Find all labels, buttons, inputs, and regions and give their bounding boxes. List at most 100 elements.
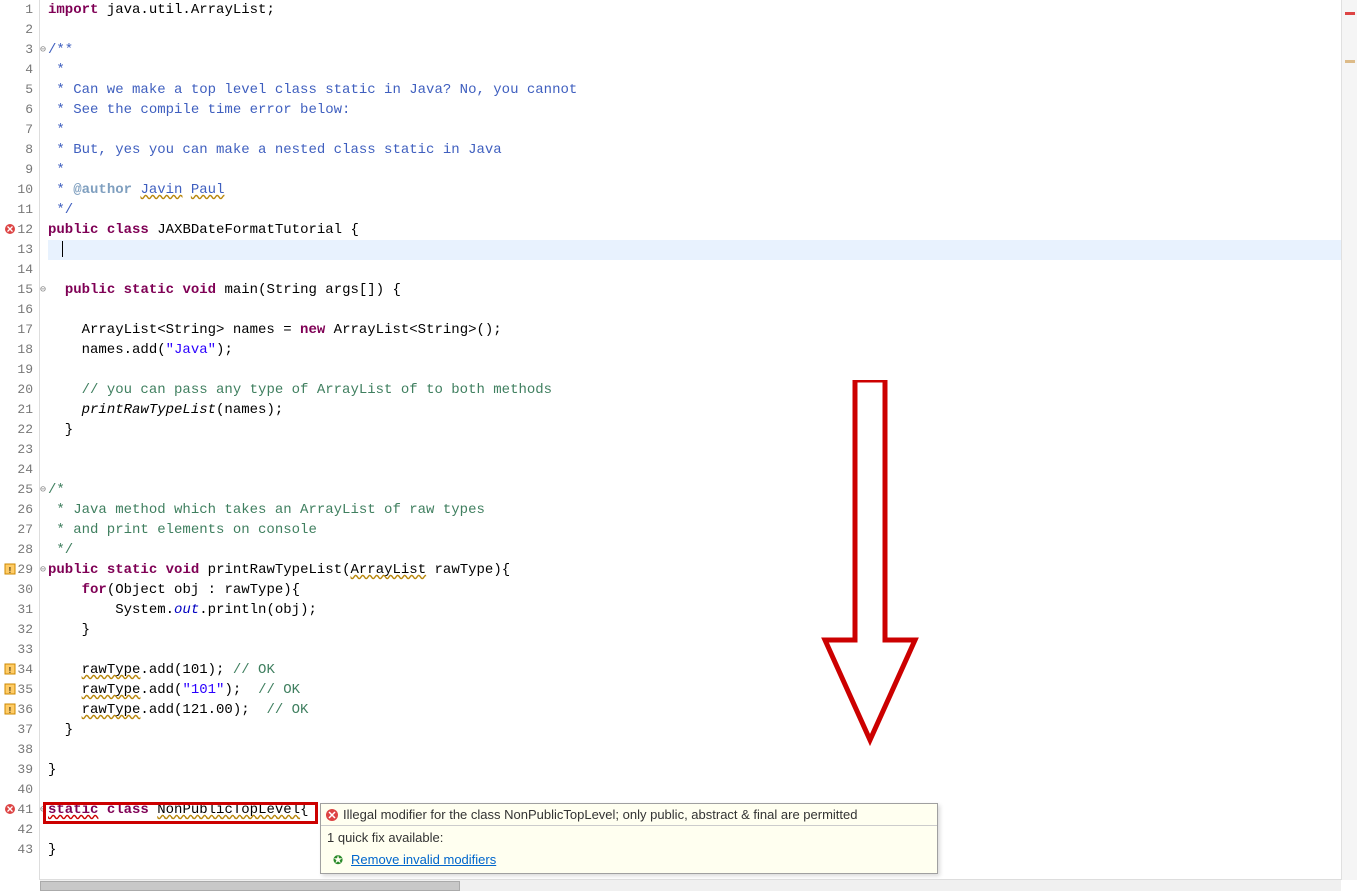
line-number: 20 <box>0 380 35 400</box>
code-line[interactable] <box>48 740 1357 760</box>
code-line[interactable]: System.out.println(obj); <box>48 600 1357 620</box>
line-number: 16 <box>0 300 35 320</box>
code-token: Javin <box>140 182 182 198</box>
code-line[interactable]: ! rawType.add("101"); // OK <box>48 680 1357 700</box>
code-line[interactable]: * <box>48 60 1357 80</box>
code-line[interactable]: // you can pass any type of ArrayList of… <box>48 380 1357 400</box>
horizontal-scrollbar[interactable] <box>40 879 1341 891</box>
code-token: * <box>48 182 73 198</box>
ruler-error-mark[interactable] <box>1345 12 1355 15</box>
code-line[interactable] <box>48 20 1357 40</box>
code-line[interactable]: /** <box>48 40 1357 60</box>
code-token: .add(101); <box>140 662 232 678</box>
code-line[interactable]: * Can we make a top level class static i… <box>48 80 1357 100</box>
line-number: 7 <box>0 120 35 140</box>
code-token: * <box>48 62 65 78</box>
code-token: static <box>48 802 98 818</box>
code-token: Paul <box>191 182 225 198</box>
line-number: 27 <box>0 520 35 540</box>
code-token: } <box>48 722 73 738</box>
scrollbar-thumb[interactable] <box>40 881 460 891</box>
line-number: 5 <box>0 80 35 100</box>
code-token: // you can pass any type of ArrayList of… <box>82 382 552 398</box>
code-line[interactable] <box>48 240 1357 260</box>
code-token <box>48 682 82 698</box>
code-line[interactable]: } <box>48 720 1357 740</box>
code-token: new <box>300 322 325 338</box>
svg-text:!: ! <box>7 686 12 695</box>
warning-marker-icon[interactable]: ! <box>4 663 16 675</box>
line-number: 4 <box>0 60 35 80</box>
code-token <box>48 702 82 718</box>
code-token: // OK <box>233 662 275 678</box>
code-content-area[interactable]: import java.util.ArrayList;/** * * Can w… <box>40 0 1357 880</box>
code-line[interactable]: import java.util.ArrayList; <box>48 0 1357 20</box>
line-number: 42 <box>0 820 35 840</box>
code-token: } <box>48 422 73 438</box>
code-token <box>48 282 65 298</box>
code-line[interactable]: * See the compile time error below: <box>48 100 1357 120</box>
code-token: */ <box>48 202 73 218</box>
error-tooltip: Illegal modifier for the class NonPublic… <box>320 803 938 874</box>
tooltip-error-message: Illegal modifier for the class NonPublic… <box>321 804 937 825</box>
code-line[interactable] <box>48 360 1357 380</box>
code-line[interactable]: ArrayList<String> names = new ArrayList<… <box>48 320 1357 340</box>
warning-marker-icon[interactable]: ! <box>4 703 16 715</box>
code-token: (Object obj : rawType){ <box>107 582 300 598</box>
code-token: rawType <box>82 662 141 678</box>
warning-marker-icon[interactable]: ! <box>4 563 16 575</box>
quickfix-link[interactable]: Remove invalid modifiers <box>351 852 496 867</box>
code-line[interactable]: * and print elements on console <box>48 520 1357 540</box>
line-number: 8 <box>0 140 35 160</box>
code-line[interactable]: for(Object obj : rawType){ <box>48 580 1357 600</box>
code-line[interactable] <box>48 440 1357 460</box>
quickfix-icon: ✪ <box>333 853 343 867</box>
code-line[interactable]: ! rawType.add(101); // OK <box>48 660 1357 680</box>
line-number: 1 <box>0 0 35 20</box>
code-line[interactable]: public class JAXBDateFormatTutorial { <box>48 220 1357 240</box>
code-line[interactable] <box>48 460 1357 480</box>
code-line[interactable]: ! rawType.add(121.00); // OK <box>48 700 1357 720</box>
code-token: public <box>65 282 115 298</box>
error-marker-icon[interactable] <box>4 803 16 815</box>
code-line[interactable]: } <box>48 620 1357 640</box>
line-number: 10 <box>0 180 35 200</box>
code-token: out <box>174 602 199 618</box>
code-line[interactable] <box>48 780 1357 800</box>
code-token: * Can we make a top level class static i… <box>48 82 577 98</box>
code-token: } <box>48 622 90 638</box>
overview-ruler[interactable] <box>1341 0 1357 880</box>
code-token: ); <box>216 342 233 358</box>
code-line[interactable]: * @author Javin Paul <box>48 180 1357 200</box>
code-token: class <box>107 802 149 818</box>
error-marker-icon[interactable] <box>4 223 16 235</box>
tooltip-quickfix-header: 1 quick fix available: <box>321 825 937 849</box>
code-line[interactable]: !public static void printRawTypeList(Arr… <box>48 560 1357 580</box>
code-token: * <box>48 162 65 178</box>
code-line[interactable]: names.add("Java"); <box>48 340 1357 360</box>
code-line[interactable] <box>48 260 1357 280</box>
line-number: 14 <box>0 260 35 280</box>
line-number: 32 <box>0 620 35 640</box>
code-line[interactable] <box>48 640 1357 660</box>
code-token <box>182 182 190 198</box>
code-line[interactable]: public static void main(String args[]) { <box>48 280 1357 300</box>
code-line[interactable]: /* <box>48 480 1357 500</box>
svg-text:!: ! <box>7 706 12 715</box>
code-editor[interactable]: 1234567891011121314151617181920212223242… <box>0 0 1357 880</box>
code-token: public <box>48 222 98 238</box>
line-number: 38 <box>0 740 35 760</box>
code-line[interactable]: printRawTypeList(names); <box>48 400 1357 420</box>
code-line[interactable]: } <box>48 760 1357 780</box>
line-number: 24 <box>0 460 35 480</box>
code-line[interactable]: */ <box>48 540 1357 560</box>
warning-marker-icon[interactable]: ! <box>4 683 16 695</box>
code-line[interactable]: * <box>48 160 1357 180</box>
code-line[interactable]: } <box>48 420 1357 440</box>
code-line[interactable] <box>48 300 1357 320</box>
code-line[interactable]: * Java method which takes an ArrayList o… <box>48 500 1357 520</box>
code-line[interactable]: * But, yes you can make a nested class s… <box>48 140 1357 160</box>
code-line[interactable]: */ <box>48 200 1357 220</box>
ruler-warn-mark[interactable] <box>1345 60 1355 63</box>
code-line[interactable]: * <box>48 120 1357 140</box>
